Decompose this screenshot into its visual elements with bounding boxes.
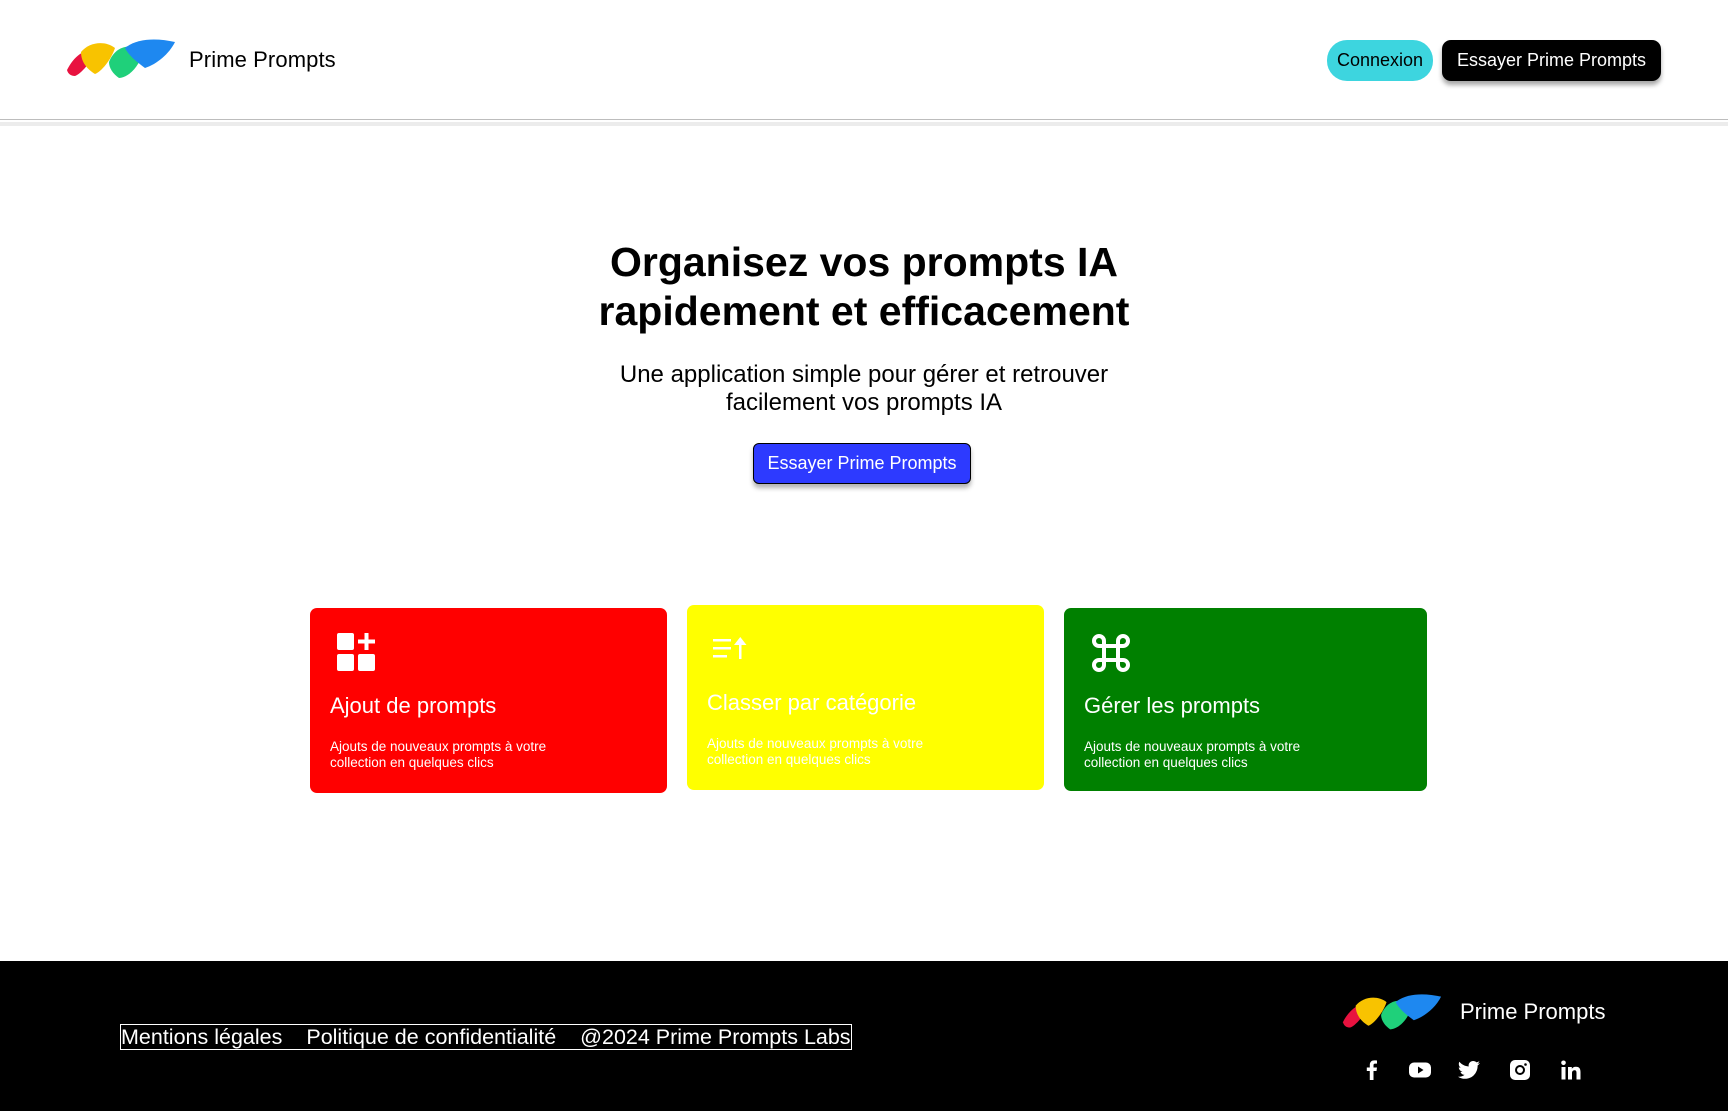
feature-title: Ajout de prompts (330, 693, 497, 718)
feature-description: Ajouts de nouveaux prompts à votre colle… (1084, 739, 1344, 771)
feature-description: Ajouts de nouveaux prompts à votre colle… (707, 736, 967, 768)
feature-description-line: collection en quelques clics (330, 755, 494, 770)
header-shadow (0, 122, 1728, 126)
feature-description: Ajouts de nouveaux prompts à votre colle… (330, 739, 590, 771)
social-links (1360, 1058, 1600, 1082)
hero-cta-button[interactable]: Essayer Prime Prompts (753, 443, 971, 484)
feature-title: Classer par catégorie (707, 690, 917, 715)
feature-description-line: collection en quelques clics (707, 752, 871, 767)
linkedin-icon[interactable] (1559, 1058, 1583, 1082)
logo-icon[interactable] (67, 38, 175, 82)
feature-title: Gérer les prompts (1084, 693, 1261, 718)
brand-name: Prime Prompts (189, 47, 336, 72)
footer-links: Mentions légales Politique de confidenti… (120, 1024, 852, 1050)
footer-brand-name: Prime Prompts (1460, 999, 1606, 1024)
copyright-text: @2024 Prime Prompts Labs (580, 1025, 851, 1049)
privacy-policy-link[interactable]: Politique de confidentialité (306, 1025, 556, 1049)
command-icon (1092, 634, 1130, 672)
feature-card-sort: Classer par catégorie Ajouts de nouveaux… (687, 605, 1044, 790)
hero-title: Organisez vos prompts IA rapidement et e… (0, 238, 1728, 336)
facebook-icon[interactable] (1360, 1058, 1384, 1082)
footer-logo-icon[interactable] (1340, 993, 1444, 1033)
legal-notice-link[interactable]: Mentions légales (121, 1025, 282, 1049)
twitter-icon[interactable] (1457, 1058, 1481, 1082)
hero-title-line: rapidement et efficacement (598, 288, 1130, 334)
site-header: Prime Prompts Connexion Essayer Prime Pr… (0, 0, 1728, 120)
feature-description-line: Ajouts de nouveaux prompts à votre (330, 739, 547, 754)
feature-card-add: Ajout de prompts Ajouts de nouveaux prom… (310, 608, 667, 793)
try-app-button[interactable]: Essayer Prime Prompts (1442, 40, 1661, 81)
sort-ascending-icon (713, 637, 747, 659)
feature-description-line: Ajouts de nouveaux prompts à votre (707, 736, 924, 751)
youtube-icon[interactable] (1408, 1058, 1432, 1082)
login-button[interactable]: Connexion (1327, 40, 1433, 81)
hero-subtitle: Une application simple pour gérer et ret… (0, 361, 1728, 417)
instagram-icon[interactable] (1508, 1058, 1532, 1082)
grid-plus-icon (337, 633, 375, 671)
hero-subtitle-line: Une application simple pour gérer et ret… (619, 361, 1109, 388)
feature-description-line: collection en quelques clics (1084, 755, 1248, 770)
feature-description-line: Ajouts de nouveaux prompts à votre (1084, 739, 1301, 754)
hero-subtitle-line: facilement vos prompts IA (725, 389, 1003, 416)
feature-card-manage: Gérer les prompts Ajouts de nouveaux pro… (1064, 608, 1427, 791)
hero-title-line: Organisez vos prompts IA (609, 239, 1119, 285)
header-divider (0, 119, 1728, 120)
